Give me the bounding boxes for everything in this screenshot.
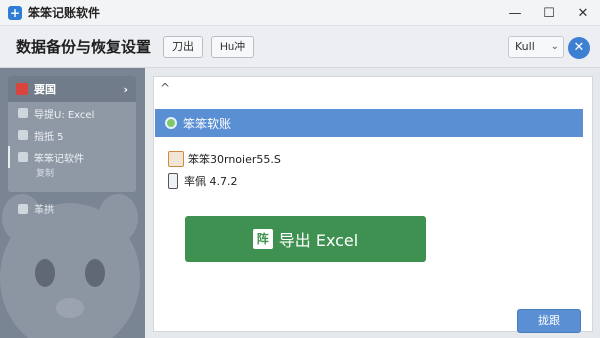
app-icon: + [8,5,22,20]
header-bar: 数据备份与恢复设置 刀出 Hu冲 Kull ⌄ ✕ [0,26,600,68]
maximize-button[interactable]: ☐ [532,0,566,26]
sidebar: 要国 › 导提U: Excel 指抵 5 笨笨记软件 复制 革拱 [0,68,145,338]
sidebar-heading[interactable]: 要国 › [8,76,136,102]
export-excel-button[interactable]: 阵 导出 Excel [185,216,426,262]
folder-icon [16,83,28,95]
app-title: 笨笨记账软件 [28,6,101,20]
app-logo-icon [165,117,177,129]
excel-icon: 阵 [252,229,273,249]
page-title: 数据备份与恢复设置 [16,38,152,56]
sidebar-item-label: 导提U: Excel [34,109,95,121]
header-button-2[interactable]: Hu冲 [211,35,255,58]
chevron-right-icon: › [123,82,128,96]
info-row-rate: 率佩 4.7.2 [168,173,238,189]
phone-icon [168,173,178,189]
export-button-label: 导出 Excel [278,231,359,250]
info-text: 率佩 4.7.2 [184,175,238,188]
sidebar-item-label: 笨笨记软件 [34,153,84,165]
calendar-icon [168,151,184,167]
info-text: 笨笨30rnoier55.S [188,153,281,166]
sidebar-item-index[interactable]: 指抵 5 [8,124,136,146]
user-select-value: Kull [515,40,535,53]
minimize-button[interactable]: — [498,0,532,26]
info-row-version: 笨笨30rnoier55.S [168,151,281,167]
shield-icon [18,152,28,162]
sidebar-item-bottom[interactable]: 革拱 [18,201,54,216]
title-bar: + 笨笨记账软件 — ☐ ✕ [0,0,600,26]
sidebar-item-label: 指抵 5 [34,131,64,143]
sidebar-item-export[interactable]: 导提U: Excel [8,102,136,124]
sidebar-item-label: 革拱 [34,205,54,216]
header-button-1[interactable]: 刀出 [163,35,204,58]
main-panel: ^ 笨笨软账 笨笨30rnoier55.S 率佩 4.7.2 阵 导出 Exce… [145,68,600,338]
close-icon[interactable]: ✕ [568,37,590,59]
section-title: 笨笨软账 [183,116,232,131]
sidebar-item-sub: 复制 [36,169,55,179]
sidebar-heading-label: 要国 [34,83,56,96]
chevron-down-icon: ⌄ [550,41,559,52]
sidebar-item-app[interactable]: 笨笨记软件 [8,146,136,168]
chevron-up-icon[interactable]: ^ [160,81,170,95]
close-window-button[interactable]: ✕ [566,0,600,26]
document-icon [18,108,28,118]
content-card: ^ 笨笨软账 笨笨30rnoier55.S 率佩 4.7.2 阵 导出 Exce… [153,76,593,333]
gift-icon [18,203,28,214]
sidebar-card: 要国 › 导提U: Excel 指抵 5 笨笨记软件 复制 [8,76,136,192]
user-select[interactable]: Kull ⌄ [508,36,564,58]
section-header: 笨笨软账 [155,109,583,137]
list-icon [18,130,28,140]
window-controls: — ☐ ✕ [498,0,600,26]
confirm-button[interactable]: 拢跟 [517,309,581,333]
